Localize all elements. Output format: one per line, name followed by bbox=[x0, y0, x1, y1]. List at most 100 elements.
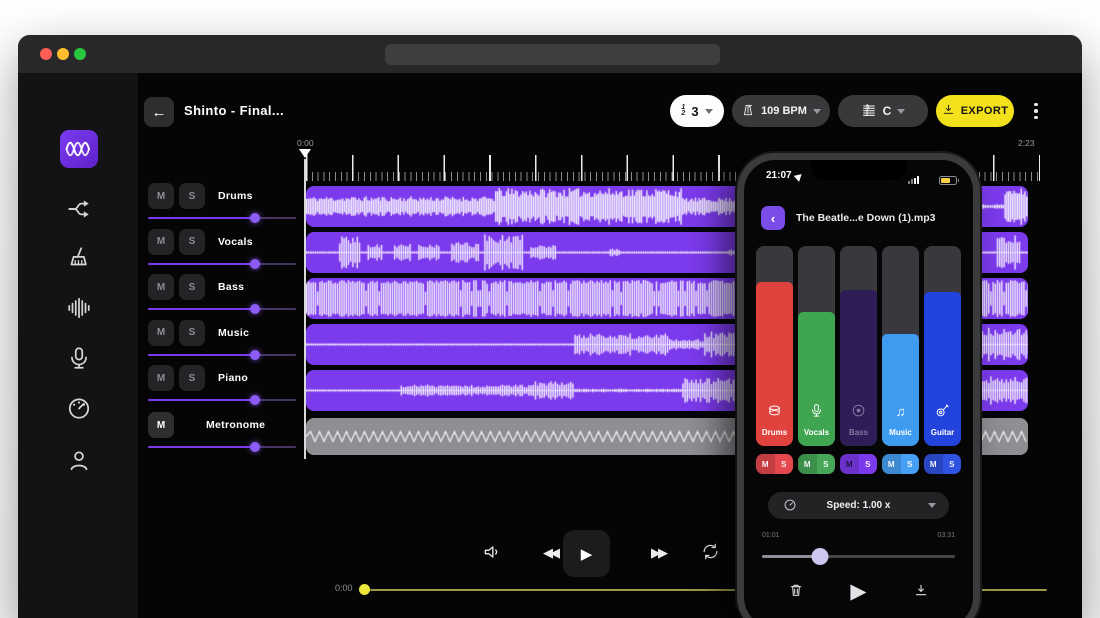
volume-slider-thumb[interactable] bbox=[250, 304, 260, 314]
cellular-signal-icon bbox=[908, 176, 919, 184]
location-arrow-icon bbox=[793, 171, 804, 182]
solo-button[interactable]: S bbox=[179, 229, 205, 255]
stem-label: Music bbox=[882, 428, 919, 437]
guitar-icon bbox=[924, 403, 961, 418]
mute-solo-pill[interactable]: M S bbox=[798, 454, 835, 474]
solo-button[interactable]: S bbox=[859, 454, 878, 474]
stem-column: Vocals M S bbox=[798, 246, 835, 474]
solo-button[interactable]: S bbox=[179, 274, 205, 300]
record-icon bbox=[840, 403, 877, 418]
solo-button[interactable]: S bbox=[901, 454, 920, 474]
cleanup-brush-icon[interactable] bbox=[65, 244, 93, 272]
solo-button[interactable]: S bbox=[775, 454, 794, 474]
volume-slider-thumb[interactable] bbox=[250, 213, 260, 223]
titlebar-pill bbox=[385, 44, 720, 65]
mute-button[interactable]: M bbox=[882, 454, 901, 474]
chevron-down-icon bbox=[705, 109, 713, 114]
stem-fader[interactable]: Bass bbox=[840, 246, 877, 446]
volume-slider-thumb[interactable] bbox=[250, 350, 260, 360]
mute-solo-pill[interactable]: M S bbox=[840, 454, 877, 474]
volume-slider[interactable] bbox=[148, 395, 296, 405]
key-button[interactable]: C bbox=[838, 95, 928, 127]
phone-seek-slider[interactable] bbox=[762, 548, 955, 564]
solo-button[interactable]: S bbox=[179, 320, 205, 346]
rewind-button[interactable]: ◀◀ bbox=[535, 543, 565, 563]
trash-icon bbox=[788, 582, 804, 601]
track-label: Drums bbox=[218, 190, 253, 202]
download-icon bbox=[942, 103, 955, 119]
mute-button[interactable]: M bbox=[840, 454, 859, 474]
mute-button[interactable]: M bbox=[148, 320, 174, 346]
volume-slider[interactable] bbox=[148, 304, 296, 314]
stem-faders: Drums M S Vocals M S Bass M S bbox=[756, 246, 961, 474]
play-button[interactable]: ▶ bbox=[563, 530, 610, 577]
volume-slider[interactable] bbox=[148, 350, 296, 360]
stem-fader[interactable]: Drums bbox=[756, 246, 793, 446]
mute-solo-pill[interactable]: M S bbox=[924, 454, 961, 474]
stem-fader[interactable]: Guitar bbox=[924, 246, 961, 446]
track-row: M S Music bbox=[148, 320, 298, 364]
volume-slider-thumb[interactable] bbox=[250, 442, 260, 452]
stem-fader[interactable]: Vocals bbox=[798, 246, 835, 446]
play-icon: ▶ bbox=[581, 545, 593, 563]
account-icon[interactable] bbox=[65, 446, 93, 474]
solo-button[interactable]: S bbox=[943, 454, 962, 474]
app-logo-waveform-icon[interactable] bbox=[60, 130, 98, 168]
mute-button[interactable]: M bbox=[148, 229, 174, 255]
mute-solo-pill[interactable]: M S bbox=[756, 454, 793, 474]
tempo-gauge-icon[interactable] bbox=[65, 394, 93, 422]
close-window-button[interactable] bbox=[40, 48, 52, 60]
play-icon: ▶ bbox=[850, 579, 866, 604]
mute-button[interactable]: M bbox=[756, 454, 775, 474]
mute-button[interactable]: M bbox=[148, 274, 174, 300]
phone-back-button[interactable]: ‹ bbox=[761, 206, 785, 230]
mute-button[interactable]: M bbox=[798, 454, 817, 474]
zoom-window-button[interactable] bbox=[74, 48, 86, 60]
track-row: M S Drums bbox=[148, 183, 298, 227]
phone-header: ‹ The Beatle...e Down (1).mp3 bbox=[744, 206, 973, 234]
volume-slider[interactable] bbox=[148, 442, 296, 452]
volume-slider-thumb[interactable] bbox=[250, 395, 260, 405]
waveform-icon[interactable] bbox=[65, 294, 93, 322]
mute-button[interactable]: M bbox=[148, 365, 174, 391]
volume-button[interactable] bbox=[480, 541, 504, 565]
track-row: M S Bass bbox=[148, 274, 298, 318]
solo-button[interactable]: S bbox=[817, 454, 836, 474]
time-signature-button[interactable]: 12 3 bbox=[670, 95, 724, 127]
volume-slider-thumb[interactable] bbox=[250, 259, 260, 269]
volume-slider[interactable] bbox=[148, 259, 296, 269]
song-title: Shinto - Final... bbox=[184, 103, 284, 118]
mute-button[interactable]: M bbox=[148, 183, 174, 209]
mute-solo-pill[interactable]: M S bbox=[882, 454, 919, 474]
split-stems-icon[interactable] bbox=[65, 195, 93, 223]
phone-play-button[interactable]: ▶ bbox=[844, 578, 872, 605]
progress-thumb[interactable] bbox=[359, 584, 370, 595]
loop-button[interactable] bbox=[698, 541, 722, 565]
solo-button[interactable]: S bbox=[179, 365, 205, 391]
stem-column: Bass M S bbox=[840, 246, 877, 474]
timeline-start-label: 0:00 bbox=[297, 138, 314, 148]
back-button[interactable]: ← bbox=[144, 97, 174, 127]
mute-button[interactable]: M bbox=[148, 412, 174, 438]
microphone-icon[interactable] bbox=[65, 344, 93, 372]
export-button[interactable]: EXPORT bbox=[936, 95, 1014, 127]
more-options-button[interactable] bbox=[1026, 98, 1046, 124]
volume-slider[interactable] bbox=[148, 213, 296, 223]
phone-download-button[interactable] bbox=[907, 578, 935, 605]
playhead-handle[interactable] bbox=[299, 149, 311, 158]
solo-button[interactable]: S bbox=[179, 183, 205, 209]
track-row: M S Metronome bbox=[148, 412, 298, 456]
stem-fader[interactable]: ♫ Music bbox=[882, 246, 919, 446]
bpm-button[interactable]: 109 BPM bbox=[732, 95, 830, 127]
loop-icon bbox=[701, 542, 720, 564]
staff-clef-icon bbox=[861, 102, 877, 121]
fast-forward-button[interactable]: ▶▶ bbox=[643, 543, 673, 563]
delete-button[interactable] bbox=[782, 578, 810, 605]
window-titlebar bbox=[18, 35, 1082, 73]
minimize-window-button[interactable] bbox=[57, 48, 69, 60]
app-window: ← Shinto - Final... 12 3 109 BPM C EXPOR… bbox=[18, 35, 1082, 618]
speed-button[interactable]: Speed: 1.00 x bbox=[768, 492, 949, 519]
mute-button[interactable]: M bbox=[924, 454, 943, 474]
phone-total-time: 03:31 bbox=[937, 532, 955, 539]
timeline-end-label: 2:23 bbox=[1018, 138, 1035, 148]
